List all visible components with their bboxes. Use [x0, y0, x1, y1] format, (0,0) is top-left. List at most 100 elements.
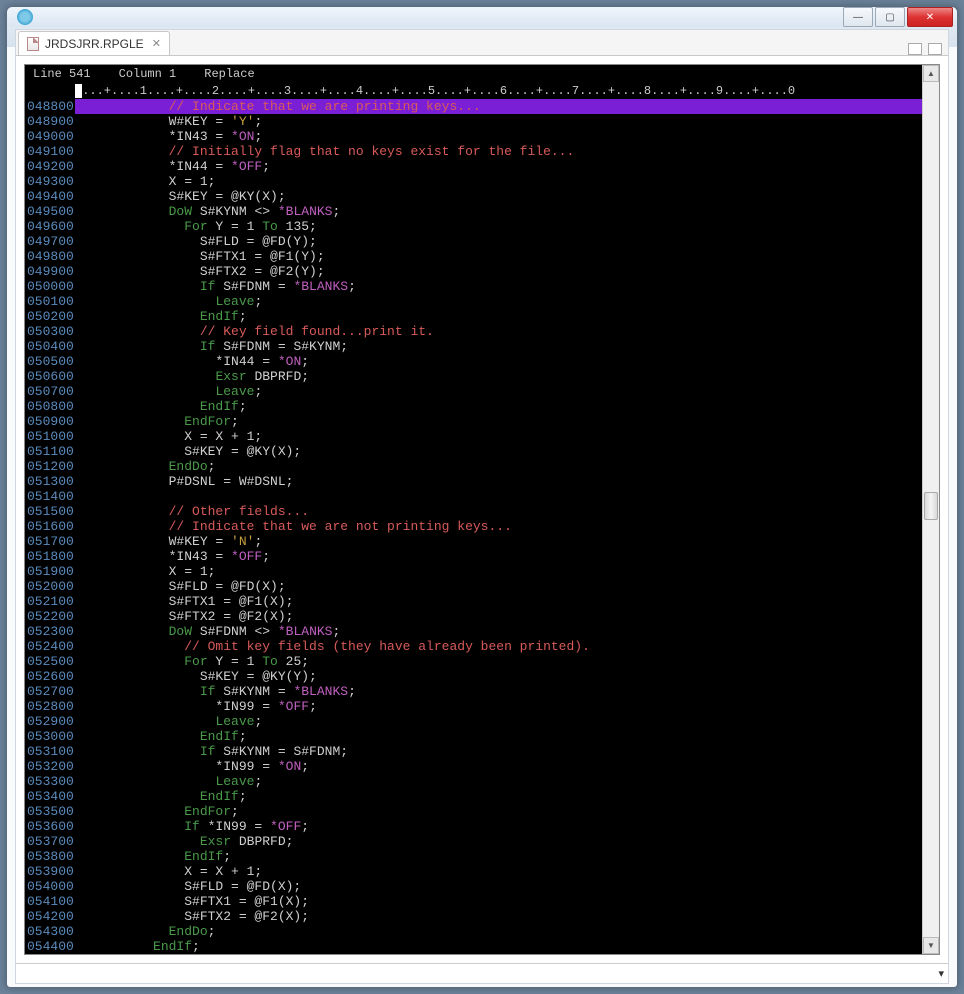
maximize-view-button[interactable]: [928, 43, 942, 55]
vertical-scrollbar[interactable]: ▲ ▼: [922, 65, 939, 954]
line-number: 052100: [25, 594, 75, 609]
code-line[interactable]: 050200 EndIf;: [25, 309, 922, 324]
line-number: 049400: [25, 189, 75, 204]
line-number: 050500: [25, 354, 75, 369]
code-line[interactable]: 049600 For Y = 1 To 135;: [25, 219, 922, 234]
code-line[interactable]: 049800 S#FTX1 = @F1(Y);: [25, 249, 922, 264]
line-number: 053300: [25, 774, 75, 789]
line-code: DoW S#FDNM <> *BLANKS;: [75, 624, 922, 639]
minimize-button[interactable]: —: [843, 7, 873, 27]
code-line[interactable]: 053200 *IN99 = *ON;: [25, 759, 922, 774]
code-line[interactable]: 049000 *IN43 = *ON;: [25, 129, 922, 144]
code-line[interactable]: 052300 DoW S#FDNM <> *BLANKS;: [25, 624, 922, 639]
code-line[interactable]: 051000 X = X + 1;: [25, 429, 922, 444]
code-line[interactable]: 050000 If S#FDNM = *BLANKS;: [25, 279, 922, 294]
line-number: 052400: [25, 639, 75, 654]
code-line[interactable]: 050600 Exsr DBPRFD;: [25, 369, 922, 384]
code-line[interactable]: 054300 EndDo;: [25, 924, 922, 939]
code-line[interactable]: 049500 DoW S#KYNM <> *BLANKS;: [25, 204, 922, 219]
tab-close-icon[interactable]: ✕: [152, 37, 161, 50]
code-line[interactable]: 050900 EndFor;: [25, 414, 922, 429]
line-code: X = 1;: [75, 174, 922, 189]
code-line[interactable]: 048800 // Indicate that we are printing …: [25, 99, 922, 114]
file-icon: [27, 37, 39, 51]
code-line[interactable]: 048900 W#KEY = 'Y';: [25, 114, 922, 129]
code-line[interactable]: 054400 EndIf;: [25, 939, 922, 954]
line-code: S#FTX1 = @F1(X);: [75, 894, 922, 909]
code-line[interactable]: 053900 X = X + 1;: [25, 864, 922, 879]
code-line[interactable]: 051900 X = 1;: [25, 564, 922, 579]
line-code: If S#FDNM = *BLANKS;: [75, 279, 922, 294]
code-line[interactable]: 053800 EndIf;: [25, 849, 922, 864]
code-line[interactable]: 052500 For Y = 1 To 25;: [25, 654, 922, 669]
line-number: 049100: [25, 144, 75, 159]
line-code: For Y = 1 To 25;: [75, 654, 922, 669]
code-line[interactable]: 052100 S#FTX1 = @F1(X);: [25, 594, 922, 609]
code-line[interactable]: 054200 S#FTX2 = @F2(X);: [25, 909, 922, 924]
code-line[interactable]: 052700 If S#KYNM = *BLANKS;: [25, 684, 922, 699]
code-line[interactable]: 050800 EndIf;: [25, 399, 922, 414]
line-number: 048900: [25, 114, 75, 129]
editor-body[interactable]: Line 541 Column 1 Replace ....+....1....…: [25, 65, 922, 954]
line-number: 051100: [25, 444, 75, 459]
code-line[interactable]: 051100 S#KEY = @KY(X);: [25, 444, 922, 459]
titlebar[interactable]: — ▢ ✕: [7, 7, 957, 27]
tab-bar: JRDSJRR.RPGLE ✕: [16, 30, 948, 56]
code-line[interactable]: 053000 EndIf;: [25, 729, 922, 744]
code-line[interactable]: 054100 S#FTX1 = @F1(X);: [25, 894, 922, 909]
scroll-down-icon[interactable]: ▼: [923, 937, 939, 954]
code-line[interactable]: 051800 *IN43 = *OFF;: [25, 549, 922, 564]
code-line[interactable]: 052200 S#FTX2 = @F2(X);: [25, 609, 922, 624]
scroll-track[interactable]: [923, 82, 939, 937]
code-line[interactable]: 049700 S#FLD = @FD(Y);: [25, 234, 922, 249]
code-line[interactable]: 053300 Leave;: [25, 774, 922, 789]
code-line[interactable]: 051600 // Indicate that we are not print…: [25, 519, 922, 534]
code-line[interactable]: 053100 If S#KYNM = S#FDNM;: [25, 744, 922, 759]
code-line[interactable]: 050400 If S#FDNM = S#KYNM;: [25, 339, 922, 354]
code-line[interactable]: 050700 Leave;: [25, 384, 922, 399]
code-line[interactable]: 050100 Leave;: [25, 294, 922, 309]
code-line[interactable]: 049200 *IN44 = *OFF;: [25, 159, 922, 174]
scroll-up-icon[interactable]: ▲: [923, 65, 939, 82]
line-code: *IN44 = *OFF;: [75, 159, 922, 174]
line-number: 051900: [25, 564, 75, 579]
line-code: Exsr DBPRFD;: [75, 834, 922, 849]
tab-file[interactable]: JRDSJRR.RPGLE ✕: [18, 31, 170, 55]
line-number: 050200: [25, 309, 75, 324]
line-number: 052300: [25, 624, 75, 639]
code-line[interactable]: 052600 S#KEY = @KY(Y);: [25, 669, 922, 684]
line-number: 052700: [25, 684, 75, 699]
code-line[interactable]: 050300 // Key field found...print it.: [25, 324, 922, 339]
minimize-view-button[interactable]: [908, 43, 922, 55]
code-line[interactable]: 054000 S#FLD = @FD(X);: [25, 879, 922, 894]
code-line[interactable]: 052800 *IN99 = *OFF;: [25, 699, 922, 714]
line-number: 051600: [25, 519, 75, 534]
code-line[interactable]: 049300 X = 1;: [25, 174, 922, 189]
code-line[interactable]: 051400: [25, 489, 922, 504]
code-line[interactable]: 053400 EndIf;: [25, 789, 922, 804]
code-line[interactable]: 049100 // Initially flag that no keys ex…: [25, 144, 922, 159]
code-line[interactable]: 052900 Leave;: [25, 714, 922, 729]
code-line[interactable]: 053500 EndFor;: [25, 804, 922, 819]
line-number: 051000: [25, 429, 75, 444]
line-code: W#KEY = 'N';: [75, 534, 922, 549]
code-line[interactable]: 049900 S#FTX2 = @F2(Y);: [25, 264, 922, 279]
code-line[interactable]: 052400 // Omit key fields (they have alr…: [25, 639, 922, 654]
code-line[interactable]: 051700 W#KEY = 'N';: [25, 534, 922, 549]
code-line[interactable]: 051200 EndDo;: [25, 459, 922, 474]
line-number: 049800: [25, 249, 75, 264]
maximize-button[interactable]: ▢: [875, 7, 905, 27]
line-code: Leave;: [75, 774, 922, 789]
code-line[interactable]: 051500 // Other fields...: [25, 504, 922, 519]
dropdown-icon[interactable]: ▾: [938, 967, 944, 980]
code-line[interactable]: 051300 P#DSNL = W#DSNL;: [25, 474, 922, 489]
code-line[interactable]: 050500 *IN44 = *ON;: [25, 354, 922, 369]
close-button[interactable]: ✕: [907, 7, 953, 27]
line-code: // Other fields...: [75, 504, 922, 519]
code-line[interactable]: 053700 Exsr DBPRFD;: [25, 834, 922, 849]
scroll-thumb[interactable]: [924, 492, 938, 520]
code-line[interactable]: 052000 S#FLD = @FD(X);: [25, 579, 922, 594]
code-line[interactable]: 049400 S#KEY = @KY(X);: [25, 189, 922, 204]
code-line[interactable]: 053600 If *IN99 = *OFF;: [25, 819, 922, 834]
code-area[interactable]: 048800 // Indicate that we are printing …: [25, 99, 922, 954]
